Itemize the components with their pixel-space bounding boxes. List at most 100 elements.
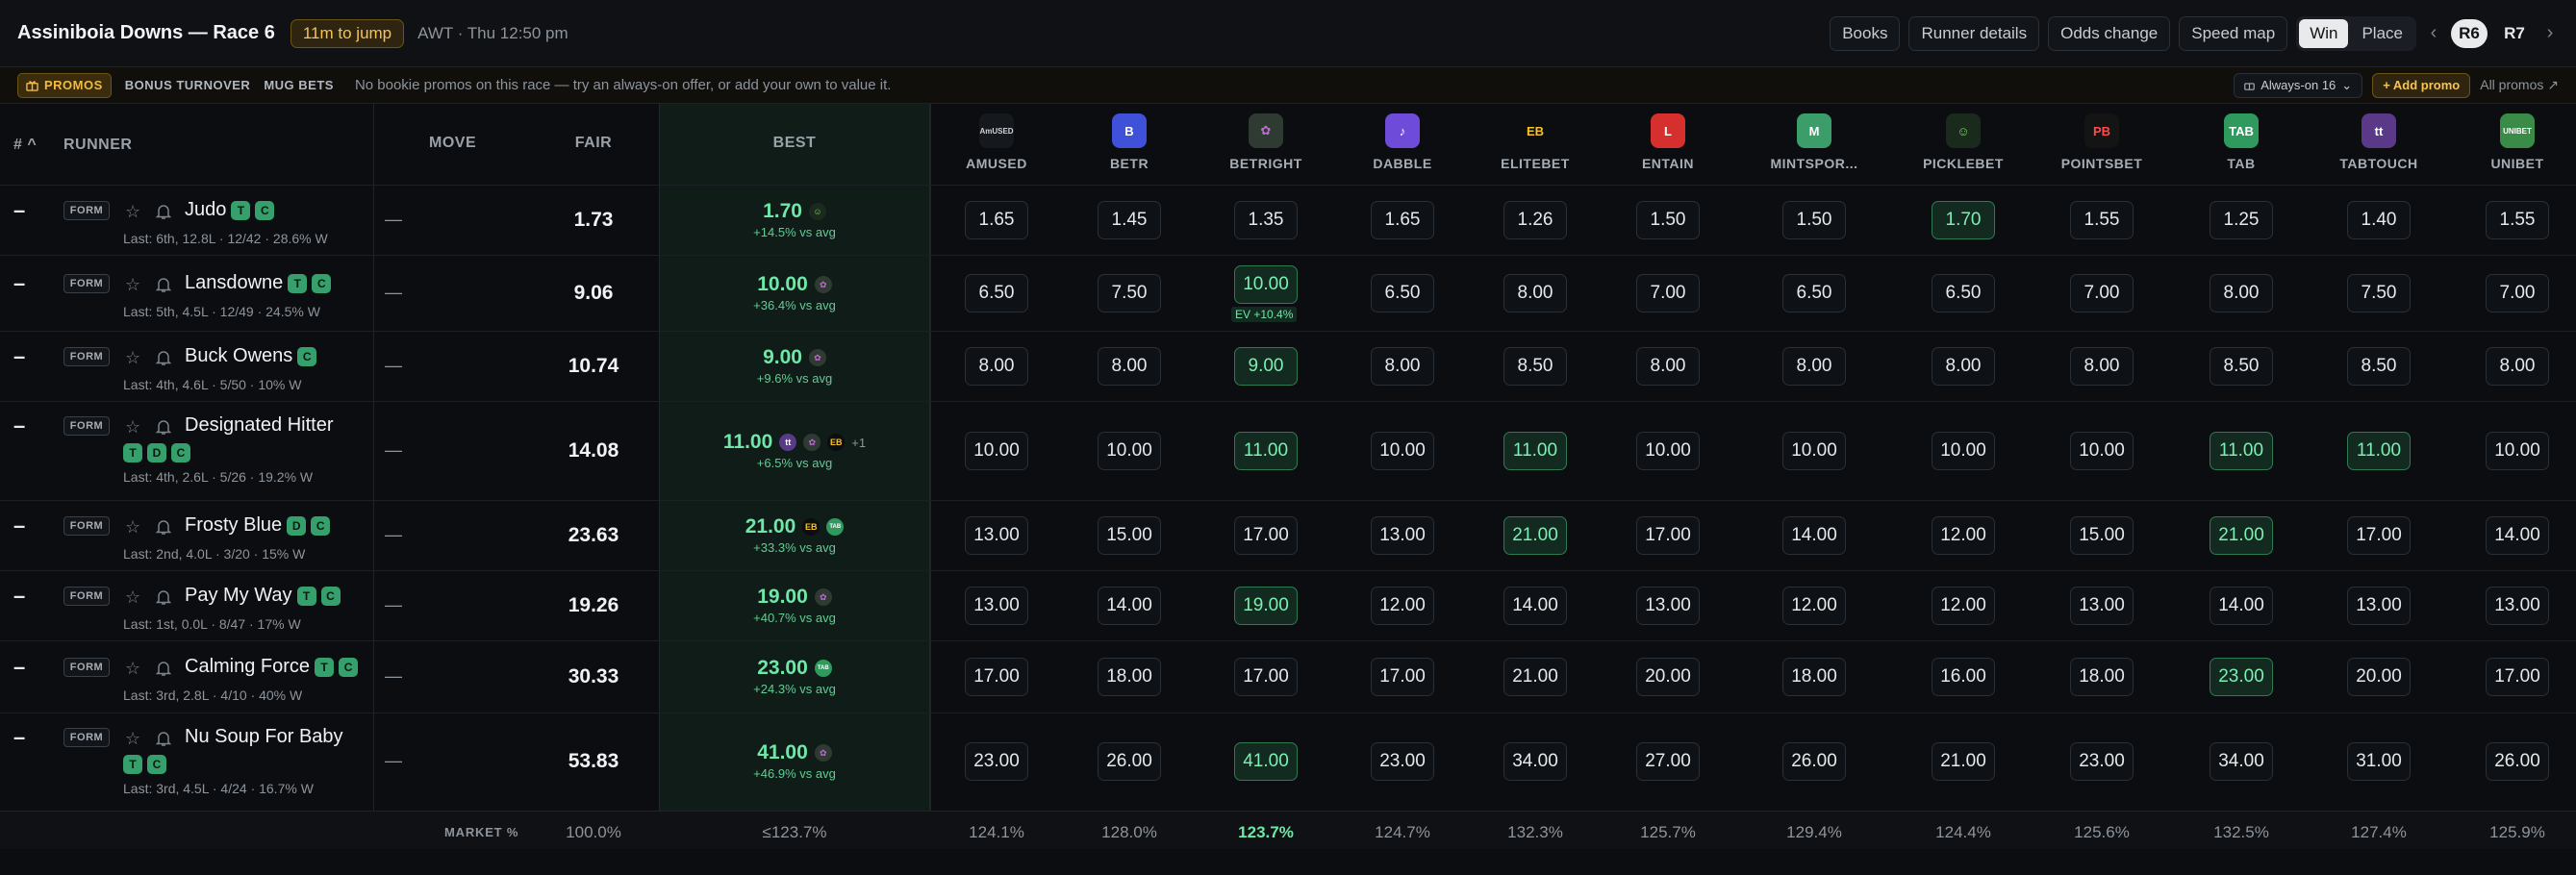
odds-cell-tab[interactable]: 1.25 [2210,201,2273,239]
book-header-betright[interactable]: ✿ BETRIGHT [1199,104,1333,185]
odds-cell-tab[interactable]: 34.00 [2210,742,2273,781]
star-icon[interactable]: ☆ [125,730,142,747]
odds-cell-pointsbet[interactable]: 10.00 [2070,432,2134,470]
odds-cell-betright[interactable]: 17.00 [1234,658,1298,696]
odds-cell-unibet[interactable]: 26.00 [2486,742,2549,781]
odds-cell-betr[interactable]: 18.00 [1098,658,1161,696]
star-icon[interactable]: ☆ [125,203,142,220]
best-price[interactable]: 23.00 TAB +24.3% vs avg [659,657,930,696]
odds-cell-unibet[interactable]: 8.00 [2486,347,2549,386]
bell-icon[interactable] [155,588,173,606]
runner-details-button[interactable]: Runner details [1908,15,2040,51]
odds-cell-entain[interactable]: 27.00 [1636,742,1700,781]
book-header-unibet[interactable]: UNIBET UNIBET [2450,104,2576,185]
odds-cell-tabtouch[interactable]: 31.00 [2347,742,2411,781]
odds-cell-betr[interactable]: 1.45 [1098,201,1161,239]
odds-cell-elitebet[interactable]: 11.00 [1503,432,1567,470]
win-toggle[interactable]: Win [2299,18,2349,48]
promos-tab[interactable]: PROMOS [17,72,112,98]
bell-icon[interactable] [155,276,173,293]
bonus-turnover-tab[interactable]: BONUS TURNOVER [125,78,251,92]
odds-cell-dabble[interactable]: 17.00 [1371,658,1434,696]
odds-cell-dabble[interactable]: 12.00 [1371,587,1434,625]
odds-cell-picklebet[interactable]: 21.00 [1932,742,1995,781]
form-button[interactable]: FORM [63,274,110,293]
bell-icon[interactable] [155,730,173,747]
odds-cell-amused[interactable]: 17.00 [965,658,1028,696]
form-button[interactable]: FORM [63,658,110,677]
odds-cell-mintspor[interactable]: 26.00 [1782,742,1846,781]
odds-cell-betr[interactable]: 8.00 [1098,347,1161,386]
all-promos-link[interactable]: All promos ↗ [2480,77,2559,93]
book-header-picklebet[interactable]: ☺ PICKLEBET [1896,104,2031,185]
odds-cell-dabble[interactable]: 10.00 [1371,432,1434,470]
odds-cell-mintspor[interactable]: 1.50 [1782,201,1846,239]
odds-cell-entain[interactable]: 20.00 [1636,658,1700,696]
odds-cell-entain[interactable]: 7.00 [1636,274,1700,312]
odds-cell-unibet[interactable]: 1.55 [2486,201,2549,239]
best-price[interactable]: 10.00 ✿ +36.4% vs avg [659,273,930,312]
book-header-entain[interactable]: L ENTAIN [1601,104,1735,185]
odds-cell-pointsbet[interactable]: 13.00 [2070,587,2134,625]
odds-cell-tabtouch[interactable]: 20.00 [2347,658,2411,696]
odds-cell-betr[interactable]: 26.00 [1098,742,1161,781]
odds-cell-pointsbet[interactable]: 23.00 [2070,742,2134,781]
odds-cell-amused[interactable]: 6.50 [965,274,1028,312]
odds-cell-entain[interactable]: 1.50 [1636,201,1700,239]
odds-cell-mintspor[interactable]: 8.00 [1782,347,1846,386]
odds-cell-amused[interactable]: 10.00 [965,432,1028,470]
odds-change-button[interactable]: Odds change [2048,15,2171,51]
odds-cell-betright[interactable]: 10.00 [1234,265,1298,304]
odds-cell-pointsbet[interactable]: 1.55 [2070,201,2134,239]
best-price[interactable]: 9.00 ✿ +9.6% vs avg [659,346,930,386]
speed-map-button[interactable]: Speed map [2179,15,2288,51]
odds-cell-dabble[interactable]: 8.00 [1371,347,1434,386]
odds-cell-tabtouch[interactable]: 17.00 [2347,516,2411,555]
odds-cell-mintspor[interactable]: 18.00 [1782,658,1846,696]
odds-cell-tabtouch[interactable]: 13.00 [2347,587,2411,625]
bell-icon[interactable] [155,518,173,536]
best-price[interactable]: 1.70 ☺ +14.5% vs avg [659,200,930,239]
odds-cell-picklebet[interactable]: 16.00 [1932,658,1995,696]
odds-cell-tabtouch[interactable]: 1.40 [2347,201,2411,239]
bell-icon[interactable] [155,660,173,677]
odds-cell-betr[interactable]: 7.50 [1098,274,1161,312]
book-header-betr[interactable]: B BETR [1062,104,1197,185]
odds-cell-picklebet[interactable]: 8.00 [1932,347,1995,386]
odds-cell-unibet[interactable]: 14.00 [2486,516,2549,555]
chevron-right-icon[interactable]: › [2541,22,2559,44]
form-button[interactable]: FORM [63,201,110,220]
star-icon[interactable]: ☆ [125,588,142,606]
odds-cell-betr[interactable]: 10.00 [1098,432,1161,470]
best-price[interactable]: 41.00 ✿ +46.9% vs avg [659,741,930,781]
place-toggle[interactable]: Place [2351,19,2413,48]
form-button[interactable]: FORM [63,416,110,436]
odds-cell-elitebet[interactable]: 21.00 [1503,658,1567,696]
odds-cell-amused[interactable]: 13.00 [965,587,1028,625]
odds-cell-picklebet[interactable]: 12.00 [1932,587,1995,625]
book-header-tabtouch[interactable]: tt TABTOUCH [2311,104,2446,185]
odds-cell-dabble[interactable]: 23.00 [1371,742,1434,781]
star-icon[interactable]: ☆ [125,418,142,436]
odds-cell-dabble[interactable]: 6.50 [1371,274,1434,312]
best-price[interactable]: 11.00 tt ✿ EB +1 +6.5% vs avg [659,431,930,470]
odds-cell-dabble[interactable]: 13.00 [1371,516,1434,555]
odds-cell-tabtouch[interactable]: 11.00 [2347,432,2411,470]
odds-cell-unibet[interactable]: 10.00 [2486,432,2549,470]
odds-cell-dabble[interactable]: 1.65 [1371,201,1434,239]
odds-cell-pointsbet[interactable]: 8.00 [2070,347,2134,386]
odds-cell-tab[interactable]: 23.00 [2210,658,2273,696]
rank-header[interactable]: # ^ [13,137,37,154]
star-icon[interactable]: ☆ [125,349,142,366]
always-on-dropdown[interactable]: Always-on 16 ⌄ [2234,72,2363,98]
odds-cell-tabtouch[interactable]: 7.50 [2347,274,2411,312]
odds-cell-amused[interactable]: 13.00 [965,516,1028,555]
best-price[interactable]: 21.00 EB TAB +33.3% vs avg [659,515,930,555]
best-price[interactable]: 19.00 ✿ +40.7% vs avg [659,586,930,625]
odds-cell-tab[interactable]: 8.00 [2210,274,2273,312]
odds-cell-elitebet[interactable]: 21.00 [1503,516,1567,555]
book-header-tab[interactable]: TAB TAB [2174,104,2309,185]
odds-cell-tabtouch[interactable]: 8.50 [2347,347,2411,386]
odds-cell-entain[interactable]: 8.00 [1636,347,1700,386]
odds-cell-picklebet[interactable]: 10.00 [1932,432,1995,470]
